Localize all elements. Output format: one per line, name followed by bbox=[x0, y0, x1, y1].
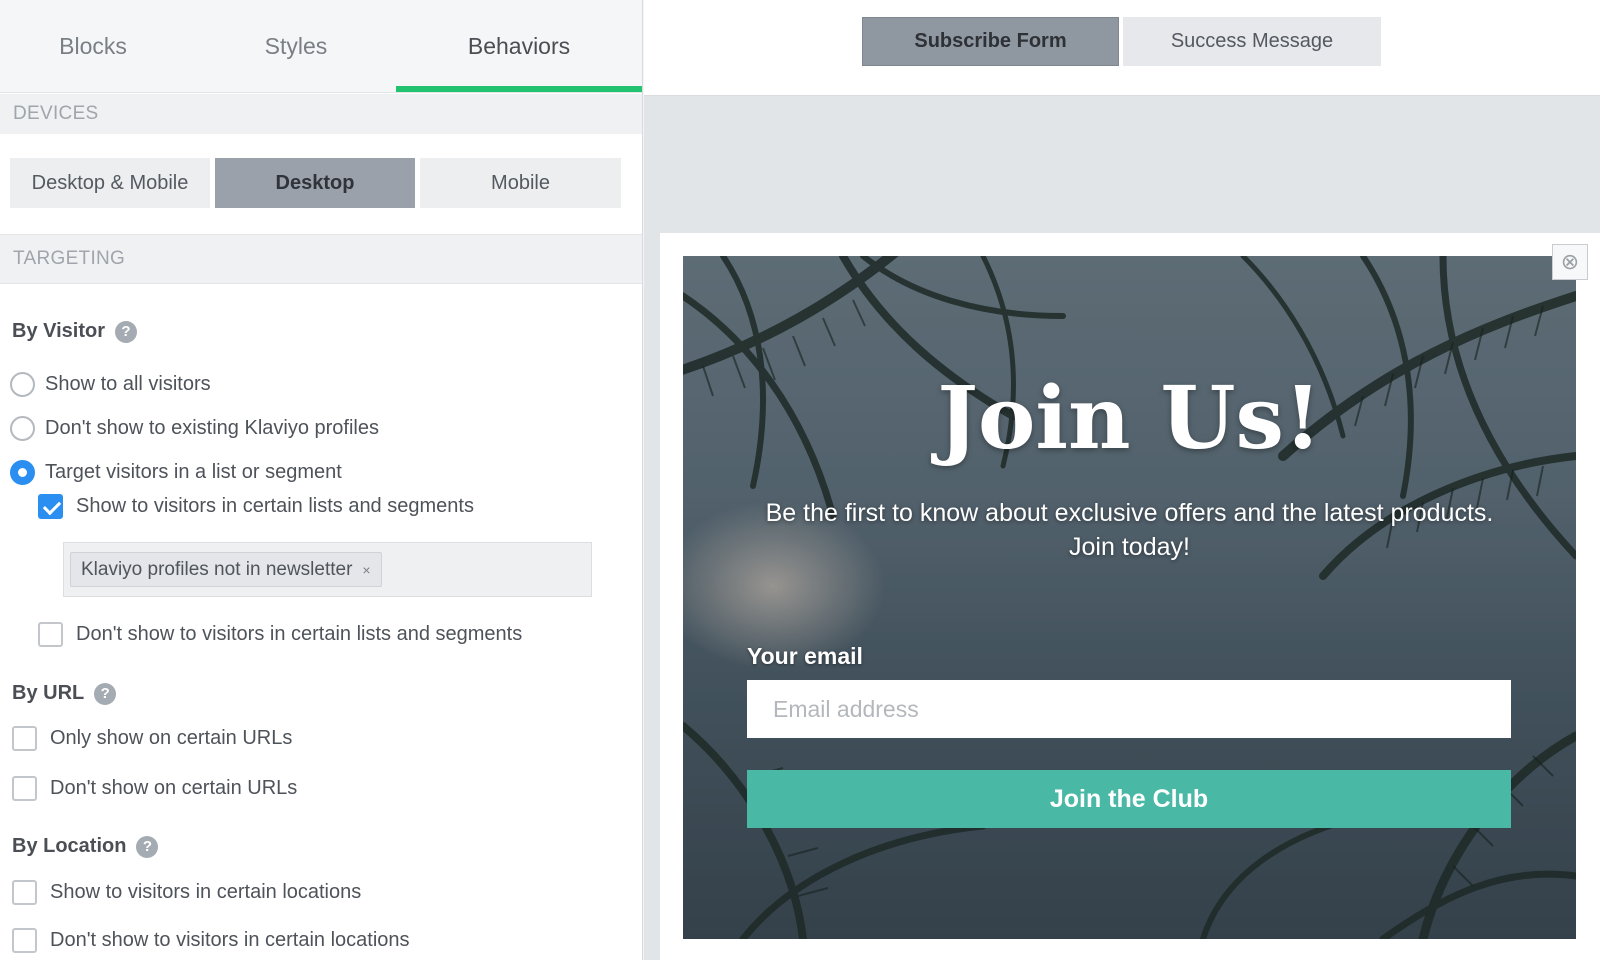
popup-subtitle: Be the first to know about exclusive off… bbox=[765, 499, 1494, 561]
checkbox[interactable] bbox=[38, 622, 63, 647]
device-selector: Desktop & Mobile Desktop Mobile bbox=[10, 158, 621, 208]
list-segment-selector[interactable]: Klaviyo profiles not in newsletter × bbox=[63, 542, 592, 597]
checkbox-include-lists-segments[interactable]: Show to visitors in certain lists and se… bbox=[38, 494, 474, 519]
checkbox-dont-show-certain-locations[interactable]: Don't show to visitors in certain locati… bbox=[12, 928, 410, 953]
by-visitor-title: By Visitor bbox=[12, 320, 105, 342]
device-desktop-and-mobile-button[interactable]: Desktop & Mobile bbox=[10, 158, 210, 208]
radio-label: Don't show to existing Klaviyo profiles bbox=[45, 417, 379, 439]
by-location-title: By Location bbox=[12, 835, 127, 857]
palm-tree-background-image bbox=[683, 256, 1576, 939]
device-desktop-button[interactable]: Desktop bbox=[215, 158, 415, 208]
checkbox-label: Don't show to visitors in certain locati… bbox=[50, 929, 410, 951]
checkbox-label: Don't show to visitors in certain lists … bbox=[76, 623, 523, 645]
tab-subscribe-form[interactable]: Subscribe Form bbox=[862, 17, 1119, 66]
email-field[interactable] bbox=[747, 680, 1511, 738]
radio-exclude-existing-profiles[interactable]: Don't show to existing Klaviyo profiles bbox=[10, 416, 379, 441]
checkbox-dont-show-certain-urls[interactable]: Don't show on certain URLs bbox=[12, 776, 297, 801]
checkbox[interactable] bbox=[12, 880, 37, 905]
checkbox-only-show-certain-urls[interactable]: Only show on certain URLs bbox=[12, 726, 292, 751]
by-url-heading: By URL ? bbox=[12, 682, 117, 705]
checkbox-label: Show to visitors in certain locations bbox=[50, 881, 362, 903]
email-field-label: Your email bbox=[747, 643, 863, 669]
device-mobile-button[interactable]: Mobile bbox=[420, 158, 621, 208]
radio-button[interactable] bbox=[10, 416, 35, 441]
active-tab-indicator bbox=[396, 86, 642, 92]
by-url-title: By URL bbox=[12, 682, 85, 704]
radio-show-all-visitors[interactable]: Show to all visitors bbox=[10, 372, 211, 397]
remove-tag-icon[interactable]: × bbox=[362, 562, 370, 578]
question-icon[interactable]: ? bbox=[115, 320, 137, 343]
tab-success-message[interactable]: Success Message bbox=[1123, 17, 1381, 66]
behaviors-panel: Blocks Styles Behaviors DEVICES Desktop … bbox=[0, 0, 643, 960]
popup-title: Join Us! bbox=[937, 368, 1322, 469]
checkbox-label: Only show on certain URLs bbox=[50, 727, 293, 749]
radio-button[interactable] bbox=[10, 372, 35, 397]
checkbox[interactable] bbox=[12, 776, 37, 801]
editor-tabs: Blocks Styles Behaviors bbox=[0, 0, 642, 93]
join-the-club-button[interactable]: Join the Club bbox=[747, 770, 1511, 828]
checkbox-exclude-lists-segments[interactable]: Don't show to visitors in certain lists … bbox=[38, 622, 522, 647]
segment-tag-label: Klaviyo profiles not in newsletter bbox=[81, 558, 353, 580]
targeting-section-header: TARGETING bbox=[0, 234, 642, 284]
devices-section-header: DEVICES bbox=[0, 94, 642, 134]
close-icon[interactable]: ⊗ bbox=[1552, 244, 1588, 280]
checkbox-label: Show to visitors in certain lists and se… bbox=[76, 495, 474, 517]
radio-button-selected[interactable] bbox=[10, 460, 35, 485]
question-icon[interactable]: ? bbox=[136, 835, 159, 858]
checkbox[interactable] bbox=[12, 726, 37, 751]
checkbox-label: Don't show on certain URLs bbox=[50, 777, 298, 799]
checkbox-checked[interactable] bbox=[38, 494, 63, 519]
radio-label: Show to all visitors bbox=[45, 373, 211, 395]
checkbox[interactable] bbox=[12, 928, 37, 953]
tab-behaviors[interactable]: Behaviors bbox=[396, 0, 642, 93]
by-location-heading: By Location ? bbox=[12, 835, 159, 858]
radio-target-list-or-segment[interactable]: Target visitors in a list or segment bbox=[10, 460, 342, 485]
question-icon[interactable]: ? bbox=[94, 682, 117, 705]
radio-label: Target visitors in a list or segment bbox=[45, 461, 342, 483]
checkbox-show-certain-locations[interactable]: Show to visitors in certain locations bbox=[12, 880, 361, 905]
tab-styles[interactable]: Styles bbox=[196, 0, 396, 93]
segment-tag: Klaviyo profiles not in newsletter × bbox=[70, 552, 382, 587]
signup-popup: Join Us! Be the first to know about excl… bbox=[683, 256, 1576, 939]
by-visitor-heading: By Visitor ? bbox=[12, 320, 137, 343]
form-view-toggle-bar: Subscribe Form Success Message bbox=[644, 0, 1600, 96]
tab-blocks[interactable]: Blocks bbox=[0, 0, 186, 93]
